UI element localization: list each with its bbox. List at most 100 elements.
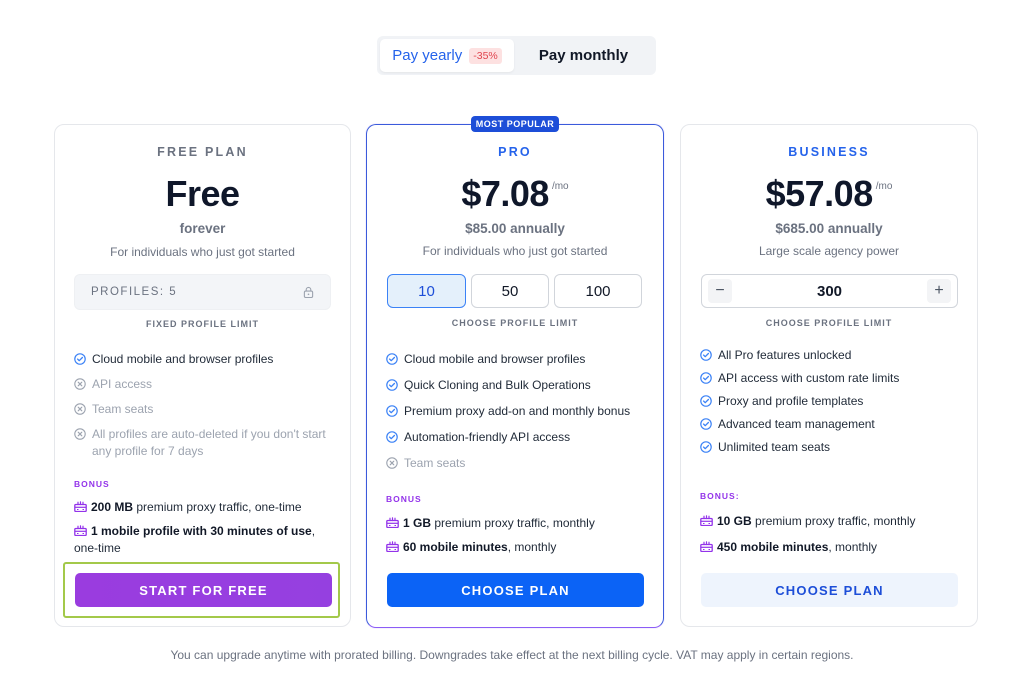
- gift-icon: [386, 541, 399, 552]
- feature-text: API access: [92, 377, 153, 391]
- feature-item: Team seats: [74, 401, 336, 418]
- check-circle-icon: [386, 353, 398, 365]
- pay-yearly-label: Pay yearly: [392, 47, 463, 64]
- feature-text: Quick Cloning and Bulk Operations: [404, 378, 591, 392]
- profiles-count: PROFILES: 5: [91, 286, 178, 298]
- bonus-item: 450 mobile minutes, monthly: [700, 539, 962, 556]
- bonus-item: 1 mobile profile with 30 minutes of use,…: [74, 523, 336, 557]
- plan-price: $57.08: [765, 173, 874, 214]
- bonus-item: 1 GB premium proxy traffic, monthly: [386, 515, 648, 532]
- check-circle-icon: [700, 418, 712, 430]
- check-circle-icon: [700, 349, 712, 361]
- plan-name: FREE PLAN: [157, 145, 248, 159]
- feature-text: Premium proxy add-on and monthly bonus: [404, 404, 631, 418]
- bonus-text: premium proxy traffic, monthly: [431, 516, 595, 530]
- feature-item: Automation-friendly API access: [386, 429, 648, 446]
- increment-button[interactable]: +: [927, 279, 951, 303]
- plan-price: $7.08: [461, 173, 549, 214]
- check-circle-icon: [386, 405, 398, 417]
- bonus-amount: 60 mobile minutes: [403, 540, 508, 554]
- bonus-amount: 450 mobile minutes: [717, 540, 829, 554]
- feature-text: Team seats: [92, 402, 154, 416]
- pay-yearly-option[interactable]: Pay yearly -35%: [380, 39, 514, 72]
- gift-icon: [700, 515, 713, 526]
- bonus-item: 60 mobile minutes, monthly: [386, 539, 648, 556]
- feature-list: Cloud mobile and browser profiles API acc…: [74, 351, 336, 468]
- bonus-label: BONUS: [386, 494, 422, 504]
- profile-option-50[interactable]: 50: [471, 274, 549, 308]
- bonus-amount: 10 GB: [717, 514, 752, 528]
- choose-pro-plan-button[interactable]: CHOOSE PLAN: [387, 573, 644, 607]
- gift-icon: [74, 501, 87, 512]
- feature-item: Cloud mobile and browser profiles: [386, 351, 648, 368]
- bonus-text: premium proxy traffic, one-time: [133, 500, 302, 514]
- plan-description: For individuals who just got started: [110, 245, 295, 259]
- bonus-item: 10 GB premium proxy traffic, monthly: [700, 513, 962, 530]
- feature-text: Advanced team management: [718, 417, 875, 431]
- feature-text: All profiles are auto-deleted if you don…: [92, 427, 326, 458]
- plan-term: forever: [179, 221, 226, 236]
- billing-toggle: Pay yearly -35% Pay monthly: [377, 36, 656, 75]
- cross-circle-icon: [74, 378, 86, 390]
- most-popular-badge: MOST POPULAR: [471, 116, 559, 132]
- check-circle-icon: [700, 441, 712, 453]
- per-month: /mo: [551, 181, 569, 192]
- annual-price: $685.00 annually: [775, 221, 883, 236]
- lock-icon: [303, 286, 314, 298]
- fixed-profile-limit-label: FIXED PROFILE LIMIT: [146, 319, 259, 329]
- start-for-free-button[interactable]: START FOR FREE: [75, 573, 332, 607]
- profile-limit-selector: 10 50 100: [387, 274, 642, 308]
- profile-option-10[interactable]: 10: [387, 274, 466, 308]
- pay-monthly-option[interactable]: Pay monthly: [514, 39, 653, 72]
- feature-item: API access: [74, 376, 336, 393]
- free-plan-card: FREE PLAN Free forever For individuals w…: [54, 124, 351, 627]
- feature-item: Proxy and profile templates: [700, 393, 962, 410]
- feature-list: Cloud mobile and browser profiles Quick C…: [386, 351, 648, 481]
- check-circle-icon: [386, 431, 398, 443]
- choose-business-plan-button[interactable]: CHOOSE PLAN: [701, 573, 958, 607]
- feature-text: All Pro features unlocked: [718, 348, 852, 362]
- per-month: /mo: [875, 181, 893, 192]
- check-circle-icon: [386, 379, 398, 391]
- gift-icon: [700, 541, 713, 552]
- annual-price: $85.00 annually: [465, 221, 565, 236]
- plan-description: For individuals who just got started: [422, 244, 608, 258]
- feature-item: Advanced team management: [700, 416, 962, 433]
- pro-plan-card: PRO $7.08 /mo $85.00 annually For indivi…: [366, 124, 664, 628]
- cross-circle-icon: [74, 403, 86, 415]
- profile-option-100[interactable]: 100: [554, 274, 642, 308]
- bonus-label: BONUS:: [700, 491, 740, 501]
- plan-price: Free: [165, 173, 240, 214]
- price-row: $7.08 /mo: [367, 173, 663, 215]
- feature-item: API access with custom rate limits: [700, 370, 962, 387]
- choose-profile-limit-label: CHOOSE PROFILE LIMIT: [765, 318, 893, 328]
- bonus-amount: 200 MB: [91, 500, 134, 514]
- yearly-discount-badge: -35%: [469, 47, 502, 64]
- choose-profile-limit-label: CHOOSE PROFILE LIMIT: [451, 318, 579, 328]
- feature-text: Unlimited team seats: [718, 440, 831, 454]
- bonus-text: , monthly: [828, 540, 878, 554]
- bonus-label: BONUS: [74, 479, 110, 489]
- feature-item: Premium proxy add-on and monthly bonus: [386, 403, 648, 420]
- feature-text: API access with custom rate limits: [718, 371, 900, 385]
- stepper-value[interactable]: 300: [817, 283, 842, 300]
- feature-item: Unlimited team seats: [700, 439, 962, 456]
- gift-icon: [386, 517, 399, 528]
- check-circle-icon: [700, 395, 712, 407]
- feature-item: Quick Cloning and Bulk Operations: [386, 377, 648, 394]
- plan-name: PRO: [498, 145, 532, 159]
- profile-limit-stepper: − 300 +: [701, 274, 958, 308]
- check-circle-icon: [700, 372, 712, 384]
- bonus-amount: 1 GB: [403, 516, 432, 530]
- price-row: Free: [55, 173, 350, 215]
- bonus-item: 200 MB premium proxy traffic, one-time: [74, 499, 336, 516]
- bonus-text: , monthly: [507, 540, 557, 554]
- bonus-amount: 1 mobile profile with 30 minutes of use: [91, 524, 312, 538]
- check-circle-icon: [74, 353, 86, 365]
- cross-circle-icon: [386, 457, 398, 469]
- feature-text: Cloud mobile and browser profiles: [404, 352, 586, 366]
- feature-list: All Pro features unlocked API access with…: [700, 347, 962, 462]
- decrement-button[interactable]: −: [708, 279, 732, 303]
- feature-text: Team seats: [404, 456, 466, 470]
- price-row: $57.08 /mo: [681, 173, 977, 215]
